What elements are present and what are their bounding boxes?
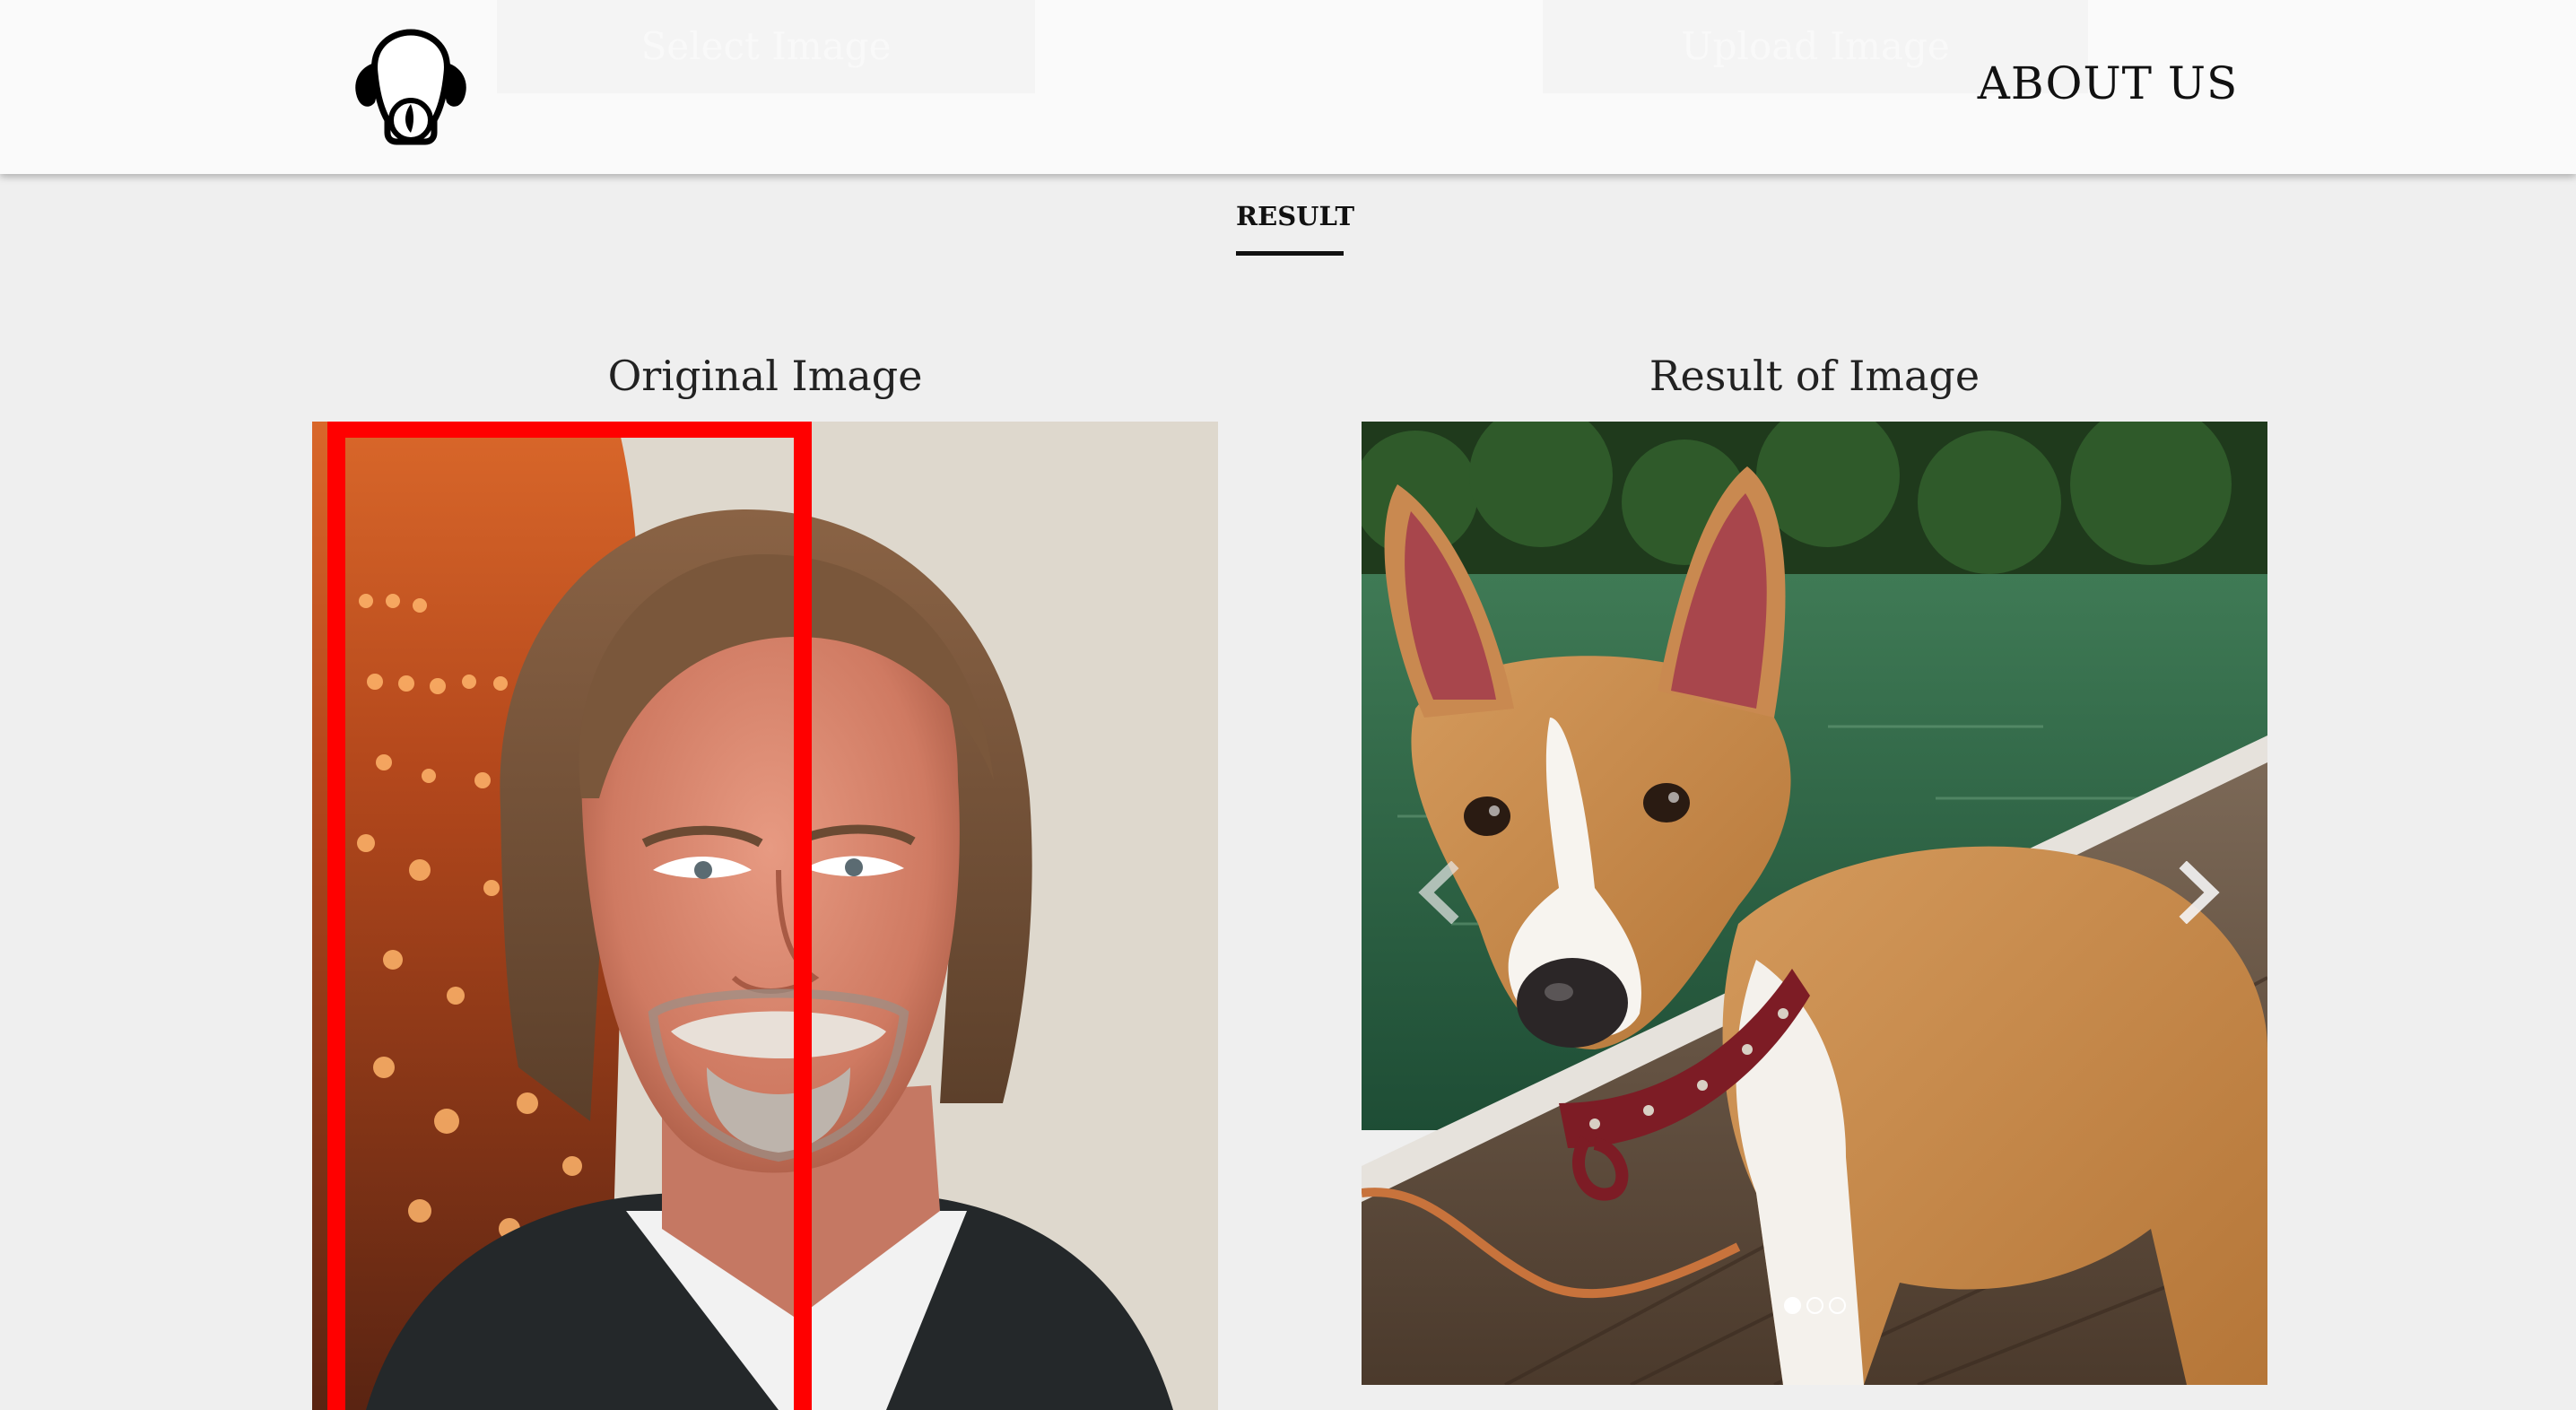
top-navbar: Select Image Upload Image ABOUT US bbox=[0, 0, 2576, 174]
carousel-dot-3[interactable] bbox=[1828, 1297, 1846, 1314]
dog-head-logo-icon[interactable] bbox=[348, 27, 474, 152]
chevron-right-icon[interactable] bbox=[2171, 861, 2224, 924]
result-image-title: Result of Image bbox=[1649, 352, 1980, 400]
result-dog-image bbox=[1362, 422, 2267, 1385]
carousel-dot-2[interactable] bbox=[1806, 1297, 1823, 1314]
carousel-dot-1[interactable] bbox=[1783, 1297, 1801, 1314]
select-image-button[interactable]: Select Image bbox=[497, 0, 1035, 93]
original-image bbox=[312, 422, 1218, 1410]
chevron-left-icon[interactable] bbox=[1414, 861, 1467, 924]
original-image-title: Original Image bbox=[607, 352, 923, 400]
tab-result[interactable]: RESULT bbox=[1236, 201, 1354, 256]
result-image-carousel[interactable] bbox=[1362, 422, 2267, 1385]
about-us-link[interactable]: ABOUT US bbox=[1973, 57, 2242, 109]
carousel-indicators bbox=[1362, 1297, 2267, 1314]
